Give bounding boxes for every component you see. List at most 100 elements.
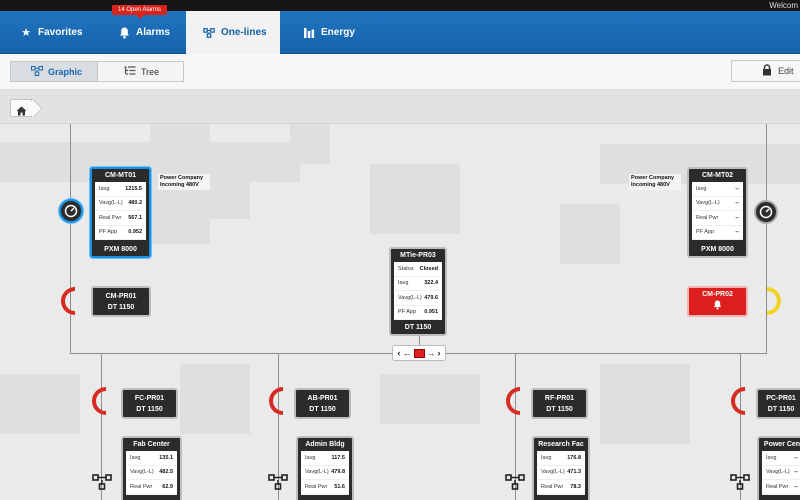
reading-label: Vavg(L-L) [766, 469, 790, 476]
protector-model: DT 1150 [546, 405, 573, 413]
breaker-closed-icon[interactable] [92, 387, 106, 415]
tab-favorites[interactable]: ★ Favorites [20, 11, 82, 54]
reading-label: Iavg [541, 454, 552, 461]
reading-label: Iavg [696, 185, 707, 192]
open-alarms-badge[interactable]: 14 Open Alarms [112, 5, 168, 19]
reading-row: Vavg(L-L) -- [692, 197, 743, 211]
tab-favorites-label: Favorites [38, 27, 83, 38]
reading-row: Real Pwr 78.3 [537, 480, 585, 495]
feeder-readings: Iavg 117.5 Vavg(L-L) 479.8 Real Pwr 51.6 [301, 451, 349, 495]
reading-value: 117.5 [331, 454, 345, 461]
tab-one-lines-label: One-lines [221, 27, 267, 38]
protector-name: CM-PR02 [702, 291, 733, 298]
arrow-left-icon: ← [402, 348, 412, 358]
reading-value: 482.5 [159, 469, 173, 476]
reading-label: Iavg [766, 454, 777, 461]
protector-cm-pr01[interactable]: CM-PR01 DT 1150 [91, 286, 151, 317]
reading-label: Iavg [305, 454, 316, 461]
reading-row: Vavg(L-L) 471.3 [537, 466, 585, 480]
tab-one-lines[interactable]: One-lines [186, 11, 280, 54]
reading-row: Real Pwr 567.1 [95, 211, 146, 226]
bar-chart-icon [303, 27, 315, 39]
reading-row: Real Pwr -- [762, 480, 800, 495]
reading-row: Iavg -- [762, 451, 800, 466]
bell-icon [118, 27, 130, 39]
reading-row: Vavg(L-L) 482.5 [126, 466, 177, 480]
reading-value: -- [735, 229, 739, 236]
reading-label: Real Pwr [541, 483, 564, 490]
protector-fc-pr01[interactable]: FC-PR01 DT 1150 [121, 388, 178, 419]
reading-row: Iavg 117.5 [301, 451, 349, 466]
one-line-diagram: CM-MT01 Iavg 1215.5 Vavg(L-L) 480.2 Real P… [0, 124, 800, 500]
breaker-closed-icon[interactable] [269, 387, 283, 415]
one-line-link-icon[interactable] [92, 473, 112, 491]
reading-row: PF App 0.951 [394, 306, 442, 320]
reading-row: Iavg 1215.5 [95, 182, 146, 197]
meter-title: CM-MT02 [701, 172, 734, 179]
protector-name: PC-PR01 [766, 394, 796, 402]
reading-value: -- [735, 185, 739, 192]
meter-gauge-icon[interactable] [754, 200, 778, 224]
edit-button[interactable]: Edit [731, 60, 800, 82]
meter-gauge-icon[interactable] [59, 199, 83, 223]
home-icon [16, 103, 27, 121]
graphic-view-button[interactable]: Graphic [10, 61, 98, 82]
graphic-view-label: Graphic [48, 66, 83, 77]
feeder-card-admin-bldg[interactable]: Admin Bldg Iavg 117.5 Vavg(L-L) 479.8 Real… [296, 436, 354, 500]
breaker-closed-icon[interactable] [61, 287, 75, 315]
feeder-card-research-fac[interactable]: Research Fac Iavg 176.8 Vavg(L-L) 471.3 Re… [532, 436, 590, 500]
incoming-note: Power Company Incoming 480V [158, 174, 210, 190]
reading-value: 51.6 [334, 483, 345, 490]
reading-value: 479.8 [331, 469, 345, 476]
protector-pc-pr01[interactable]: PC-PR01 DT 1150 [756, 388, 800, 419]
meter-card-cm-mt02[interactable]: CM-MT02 Iavg -- Vavg(L-L) -- Real Pwr -- PF… [687, 167, 748, 258]
reading-row: Real Pwr 62.9 [126, 480, 177, 495]
tie-card-mtie-pr03[interactable]: MTie-PR03 Status Closed Iavg 322.4 Vavg(L-… [389, 247, 447, 336]
reading-label: Vavg(L-L) [398, 294, 422, 301]
reading-value: 471.3 [567, 469, 581, 476]
protector-name: CM-PR01 [105, 292, 137, 300]
tab-energy[interactable]: Energy [303, 11, 355, 54]
reading-value: 0.951 [424, 309, 438, 316]
one-line-icon [203, 27, 215, 39]
one-line-link-icon[interactable] [505, 473, 525, 491]
feeder-readings: Iavg 176.8 Vavg(L-L) 471.3 Real Pwr 78.3 [537, 451, 585, 495]
reading-value: 1215.5 [125, 185, 142, 192]
reading-label: Vavg(L-L) [99, 200, 123, 207]
protector-model: DT 1150 [136, 405, 163, 413]
one-line-link-icon[interactable] [730, 473, 750, 491]
reading-row: PF App 0.952 [95, 226, 146, 240]
reading-label: Iavg [398, 280, 409, 287]
reading-value: 78.3 [570, 483, 581, 490]
meter-model: PXM 8000 [701, 246, 734, 253]
protector-name: AB-PR01 [307, 394, 338, 402]
tie-breaker-switch[interactable]: ‹ ← → › [392, 345, 446, 361]
reading-label: Vavg(L-L) [305, 469, 329, 476]
reading-row: Status Closed [394, 262, 442, 277]
feeder-card-fab-center[interactable]: Fab Center Iavg 135.1 Vavg(L-L) 482.5 Real… [121, 436, 182, 500]
breaker-open-icon[interactable] [767, 287, 781, 315]
protector-cm-pr02[interactable]: CM-PR02 [687, 286, 748, 317]
reading-label: Vavg(L-L) [541, 469, 565, 476]
one-line-link-icon[interactable] [268, 473, 288, 491]
reading-value: Closed [419, 265, 438, 272]
breaker-closed-icon[interactable] [731, 387, 745, 415]
reading-label: Real Pwr [305, 483, 328, 490]
tie-title: MTie-PR03 [400, 252, 436, 259]
feeder-card-power-center[interactable]: Power Cen Iavg -- Vavg(L-L) -- Real Pwr -- [757, 436, 800, 500]
reading-value: 176.8 [567, 454, 581, 461]
reading-label: Real Pwr [99, 214, 122, 221]
home-breadcrumb[interactable] [10, 99, 32, 117]
protector-ab-pr01[interactable]: AB-PR01 DT 1150 [294, 388, 351, 419]
tree-view-button[interactable]: Tree [97, 61, 184, 82]
reading-row: Vavg(L-L) 480.2 [95, 197, 146, 211]
reading-value: 322.4 [424, 280, 438, 287]
reading-label: PF App [398, 309, 417, 316]
breaker-closed-icon[interactable] [506, 387, 520, 415]
protector-rf-pr01[interactable]: RF-PR01 DT 1150 [531, 388, 588, 419]
tab-alarms-label: Alarms [136, 27, 170, 38]
reading-label: PF App [99, 229, 118, 236]
feeder-title: Research Fac [538, 441, 584, 448]
meter-card-cm-mt01[interactable]: CM-MT01 Iavg 1215.5 Vavg(L-L) 480.2 Real P… [90, 167, 151, 258]
main-nav: ★ Favorites Alarms One-lines Energy [0, 11, 800, 54]
